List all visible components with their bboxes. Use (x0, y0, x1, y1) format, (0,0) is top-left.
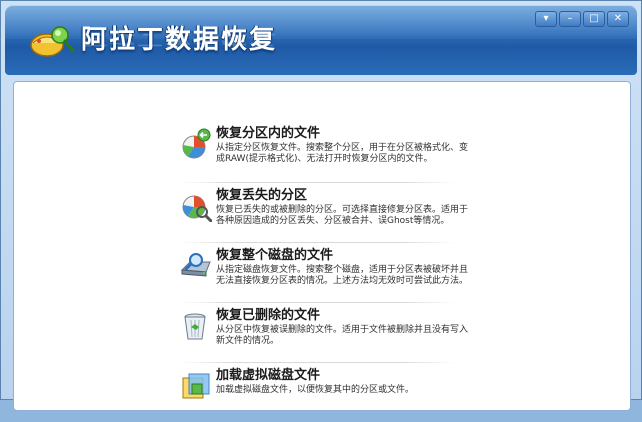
option-description: 从分区中恢复被误删除的文件。适用于文件被删除并且没有写入新文件的情况。 (216, 325, 469, 346)
option-recover-disk-files[interactable]: 恢复整个磁盘的文件 从指定磁盘恢复文件。搜索整个磁盘，适用于分区表被破坏并且无法… (180, 244, 480, 302)
divider (180, 362, 456, 363)
app-header: 阿拉丁数据恢复 阿拉丁数据恢复 ▾ – □ ✕ (5, 5, 637, 75)
minimize-button[interactable]: – (559, 11, 581, 27)
app-title-reflection: 阿拉丁数据恢复 (81, 31, 278, 48)
option-title: 恢复已删除的文件 (216, 308, 321, 323)
recycle-bin-icon (184, 313, 206, 340)
maximize-button[interactable]: □ (583, 11, 605, 27)
option-description: 加载虚拟磁盘文件，以便恢复其中的分区或文件。 (216, 385, 415, 395)
option-title: 恢复丢失的分区 (216, 188, 308, 203)
window-controls: ▾ – □ ✕ (535, 11, 629, 27)
close-button[interactable]: ✕ (607, 11, 629, 27)
option-title: 加载虚拟磁盘文件 (216, 368, 321, 383)
divider (180, 242, 456, 243)
option-load-virtual-disk[interactable]: 加载虚拟磁盘文件 加载虚拟磁盘文件，以便恢复其中的分区或文件。 (180, 364, 480, 422)
option-recover-lost-partition[interactable]: 恢复丢失的分区 恢复已丢失的或被删除的分区。可选择直接修复分区表。适用于各种原因… (180, 184, 480, 242)
option-recover-partition-files[interactable]: 恢复分区内的文件 从指定分区恢复文件。搜索整个分区，用于在分区被格式化、变成RA… (180, 122, 480, 180)
option-description: 从指定分区恢复文件。搜索整个分区，用于在分区被格式化、变成RAW(提示格式化)、… (216, 143, 469, 164)
divider (180, 302, 456, 303)
disk-search-icon (180, 253, 211, 277)
dropdown-button[interactable]: ▾ (535, 11, 557, 27)
option-title: 恢复整个磁盘的文件 (216, 248, 334, 263)
partition-files-icon (182, 128, 211, 159)
virtual-disk-icon (182, 373, 210, 399)
divider (180, 182, 456, 183)
lost-partition-icon (182, 195, 212, 222)
option-description: 恢复已丢失的或被删除的分区。可选择直接修复分区表。适用于各种原因造成的分区丢失、… (216, 205, 469, 226)
option-recover-deleted-files[interactable]: 恢复已删除的文件 从分区中恢复被误删除的文件。适用于文件被删除并且没有写入新文件… (180, 304, 480, 362)
option-description: 从指定磁盘恢复文件。搜索整个磁盘，适用于分区表被破坏并且无法直接恢复分区表的情况… (216, 265, 469, 286)
app-window: 阿拉丁数据恢复 阿拉丁数据恢复 ▾ – □ ✕ 恢复分区内的文件 从指定分区恢复… (0, 0, 642, 411)
option-title: 恢复分区内的文件 (216, 126, 321, 141)
app-logo-icon (30, 26, 75, 57)
options-panel: 恢复分区内的文件 从指定分区恢复文件。搜索整个分区，用于在分区被格式化、变成RA… (13, 81, 631, 411)
